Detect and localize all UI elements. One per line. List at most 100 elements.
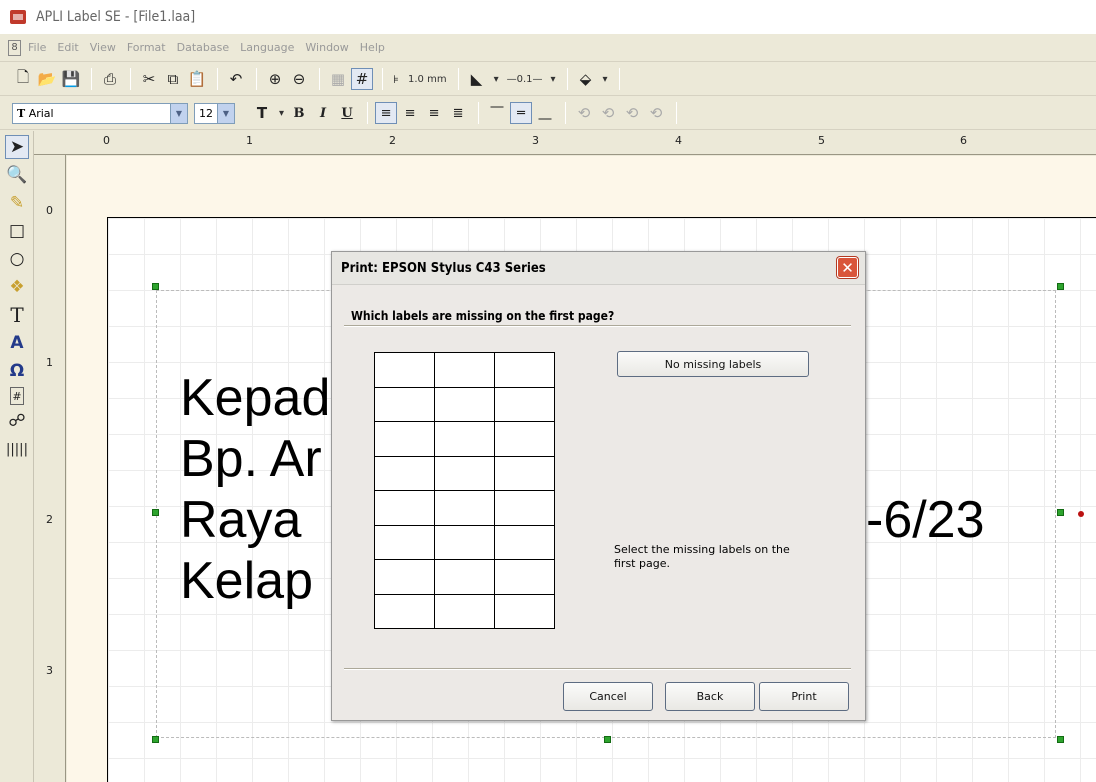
rotate-0-icon[interactable]: ⟲	[573, 102, 595, 124]
menu-database[interactable]: Database	[177, 41, 230, 54]
resize-handle[interactable]	[152, 736, 159, 743]
rotate-90-icon[interactable]: ⟲	[597, 102, 619, 124]
close-icon[interactable]: ✕	[837, 257, 858, 278]
new-file-icon[interactable]: 🗋	[12, 68, 34, 90]
symbol-icon[interactable]: Ω	[5, 359, 29, 383]
rectangle-icon[interactable]: □	[5, 219, 29, 243]
barcode-icon[interactable]: |||||	[5, 437, 29, 461]
rotate-270-icon[interactable]: ⟲	[645, 102, 667, 124]
label-text-line[interactable]: Bp. Ar	[180, 431, 322, 488]
label-grid-cell[interactable]	[434, 490, 495, 526]
resize-handle[interactable]	[604, 736, 611, 743]
label-grid-cell[interactable]	[494, 593, 555, 629]
label-grid-cell[interactable]	[374, 455, 435, 491]
cancel-button[interactable]: Cancel	[563, 682, 653, 711]
document-window-icon[interactable]: 8	[8, 39, 21, 56]
label-grid-cell[interactable]	[434, 455, 495, 491]
label-grid-cell[interactable]	[374, 524, 435, 560]
label-grid-cell[interactable]	[434, 386, 495, 422]
menu-file[interactable]: File	[28, 41, 46, 54]
database-field-icon[interactable]: ☍	[5, 409, 29, 433]
resize-handle[interactable]	[1057, 283, 1064, 290]
print-button[interactable]: Print	[759, 682, 849, 711]
line-color-icon[interactable]: ◣	[466, 68, 488, 90]
chevron-down-icon[interactable]: ▼	[170, 103, 187, 123]
label-text-line[interactable]: Raya	[180, 492, 301, 549]
rotate-180-icon[interactable]: ⟲	[621, 102, 643, 124]
align-left-icon[interactable]: ≡	[375, 102, 398, 124]
label-grid-cell[interactable]	[434, 524, 495, 560]
zoom-out-icon[interactable]: ⊖	[288, 68, 310, 90]
label-text-line-tail[interactable]: -6/23	[866, 492, 985, 549]
chevron-down-icon[interactable]: ▼	[217, 103, 234, 123]
label-grid-cell[interactable]	[434, 593, 495, 629]
label-grid-cell[interactable]	[374, 352, 435, 388]
label-grid-cell[interactable]	[494, 455, 555, 491]
menu-help[interactable]: Help	[360, 41, 385, 54]
line-width-dropdown-icon[interactable]: ▾	[551, 74, 556, 85]
label-text-line[interactable]: Kelap	[180, 553, 313, 610]
rotation-handle[interactable]	[1078, 511, 1084, 517]
font-size-select[interactable]: 12 ▼	[194, 102, 235, 124]
menu-window[interactable]: Window	[305, 41, 348, 54]
label-grid-cell[interactable]	[374, 421, 435, 457]
copy-icon[interactable]: ⧉	[162, 68, 184, 90]
underline-icon[interactable]: U	[336, 102, 358, 124]
bold-icon[interactable]: B	[288, 102, 310, 124]
pencil-icon[interactable]: ✎	[5, 191, 29, 215]
text-color-dropdown-icon[interactable]: ▾	[279, 108, 284, 119]
label-grid-cell[interactable]	[434, 421, 495, 457]
zoom-tool-icon[interactable]: 🔍	[5, 163, 29, 187]
arctext-icon[interactable]: A	[5, 331, 29, 355]
valign-middle-icon[interactable]: ═	[510, 102, 533, 124]
resize-handle[interactable]	[1057, 509, 1064, 516]
ellipse-icon[interactable]: ○	[5, 247, 29, 271]
menu-edit[interactable]: Edit	[57, 41, 78, 54]
align-justify-icon[interactable]: ≣	[447, 102, 469, 124]
menu-language[interactable]: Language	[240, 41, 294, 54]
fill-icon[interactable]: ⬙	[575, 68, 597, 90]
label-grid-cell[interactable]	[374, 386, 435, 422]
dialog-title-bar[interactable]: Print: EPSON Stylus C43 Series	[332, 252, 865, 285]
cut-icon[interactable]: ✂	[138, 68, 160, 90]
valign-top-icon[interactable]: ⎺	[486, 102, 508, 124]
label-grid-cell[interactable]	[434, 559, 495, 595]
pointer-icon[interactable]: ➤	[5, 135, 29, 159]
image-icon[interactable]: ❖	[5, 275, 29, 299]
label-grid-cell[interactable]	[434, 352, 495, 388]
zoom-in-icon[interactable]: ⊕	[264, 68, 286, 90]
paste-icon[interactable]: 📋	[186, 68, 208, 90]
label-text-line[interactable]: Kepad	[180, 370, 330, 427]
label-grid-cell[interactable]	[494, 386, 555, 422]
line-color-dropdown-icon[interactable]: ▾	[494, 74, 499, 85]
label-grid-cell[interactable]	[494, 490, 555, 526]
counter-icon[interactable]: #	[10, 387, 24, 405]
open-folder-icon[interactable]: 📂	[36, 68, 58, 90]
valign-bottom-icon[interactable]: ⎽	[534, 102, 556, 124]
label-grid-cell[interactable]	[374, 490, 435, 526]
fill-dropdown-icon[interactable]: ▾	[603, 74, 608, 85]
text-tool-icon[interactable]: T	[5, 303, 29, 327]
font-select[interactable]: T Arial ▼	[12, 102, 188, 124]
resize-handle[interactable]	[152, 283, 159, 290]
align-center-icon[interactable]: ≡	[399, 102, 421, 124]
resize-handle[interactable]	[152, 509, 159, 516]
line-width-value[interactable]: —0.1—	[507, 74, 543, 85]
grid-icon[interactable]: #	[351, 68, 373, 90]
label-grid-cell[interactable]	[374, 559, 435, 595]
snap-icon[interactable]: ▦	[327, 68, 349, 90]
grid-size-value[interactable]: 1.0 mm	[408, 74, 447, 85]
no-missing-labels-button[interactable]: No missing labels	[617, 351, 809, 377]
text-color-icon[interactable]: T	[251, 102, 273, 124]
print-icon[interactable]: ⎙	[99, 68, 121, 90]
missing-labels-grid[interactable]	[374, 352, 555, 629]
label-grid-cell[interactable]	[374, 593, 435, 629]
menu-format[interactable]: Format	[127, 41, 166, 54]
align-right-icon[interactable]: ≡	[423, 102, 445, 124]
label-grid-cell[interactable]	[494, 421, 555, 457]
save-icon[interactable]: 💾	[60, 68, 82, 90]
menu-view[interactable]: View	[90, 41, 116, 54]
undo-icon[interactable]: ↶	[225, 68, 247, 90]
label-grid-cell[interactable]	[494, 524, 555, 560]
back-button[interactable]: Back	[665, 682, 755, 711]
